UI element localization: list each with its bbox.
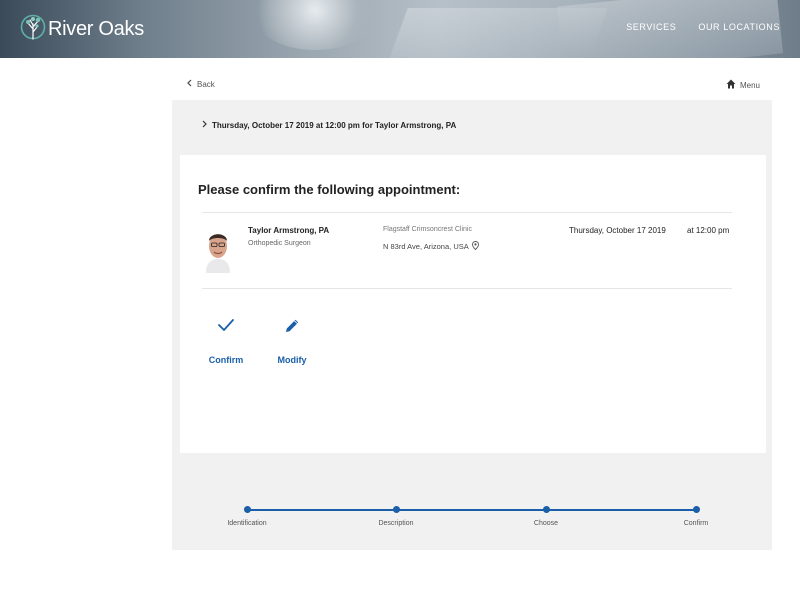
back-button[interactable]: Back bbox=[186, 79, 215, 89]
menu-label: Menu bbox=[739, 80, 760, 90]
tree-icon bbox=[20, 12, 46, 46]
summary-text: Thursday, October 17 2019 at 12:00 pm fo… bbox=[212, 120, 457, 130]
step-label-description: Description bbox=[378, 520, 414, 527]
appointment-date: Thursday, October 17 2019 bbox=[569, 226, 666, 235]
pencil-icon bbox=[262, 317, 322, 339]
map-pin-icon[interactable] bbox=[471, 241, 479, 252]
main-panel: Back Menu Thursday, October 17 2019 at 1… bbox=[172, 60, 772, 550]
appointment-summary[interactable]: Thursday, October 17 2019 at 12:00 pm fo… bbox=[202, 120, 456, 130]
top-bar: Back Menu bbox=[172, 60, 772, 100]
progress-stepper-line bbox=[247, 509, 697, 511]
step-dot-choose bbox=[543, 506, 550, 513]
divider bbox=[202, 288, 732, 289]
checkmark-icon bbox=[196, 317, 256, 339]
provider-title: Orthopedic Surgeon bbox=[248, 240, 311, 247]
appointment-time: at 12:00 pm bbox=[687, 226, 730, 235]
brand-name: River Oaks bbox=[48, 17, 144, 40]
confirm-button[interactable]: Confirm bbox=[196, 317, 256, 365]
menu-button[interactable]: Menu bbox=[726, 79, 760, 91]
step-dot-description bbox=[393, 506, 400, 513]
provider-name: Taylor Armstrong, PA bbox=[248, 226, 330, 235]
clinic-name: Flagstaff Crimsoncrest Clinic bbox=[383, 226, 472, 233]
provider-avatar bbox=[202, 225, 234, 273]
home-icon bbox=[726, 79, 736, 91]
step-label-identification: Identification bbox=[227, 520, 267, 527]
brand-logo[interactable]: River Oaks bbox=[20, 12, 144, 46]
modify-button[interactable]: Modify bbox=[262, 317, 322, 365]
chevron-right-icon bbox=[202, 120, 208, 130]
step-label-choose: Choose bbox=[533, 520, 559, 527]
header-background-image bbox=[250, 0, 380, 50]
chevron-left-icon bbox=[186, 79, 192, 89]
site-header: River Oaks SERVICES OUR LOCATIONS bbox=[0, 0, 800, 58]
modify-label: Modify bbox=[277, 355, 307, 365]
step-dot-confirm bbox=[693, 506, 700, 513]
step-dot-identification bbox=[244, 506, 251, 513]
confirm-label: Confirm bbox=[208, 355, 244, 365]
clinic-address: N 83rd Ave, Arizona, USA bbox=[383, 241, 479, 252]
address-text: N 83rd Ave, Arizona, USA bbox=[383, 242, 469, 251]
nav-our-locations[interactable]: OUR LOCATIONS bbox=[698, 22, 780, 32]
back-label: Back bbox=[197, 79, 215, 89]
step-label-confirm: Confirm bbox=[683, 520, 709, 527]
nav-services[interactable]: SERVICES bbox=[626, 22, 676, 32]
divider bbox=[202, 212, 732, 213]
confirmation-card: Please confirm the following appointment… bbox=[180, 155, 766, 453]
top-nav: SERVICES OUR LOCATIONS bbox=[626, 22, 780, 32]
card-title: Please confirm the following appointment… bbox=[198, 182, 461, 197]
